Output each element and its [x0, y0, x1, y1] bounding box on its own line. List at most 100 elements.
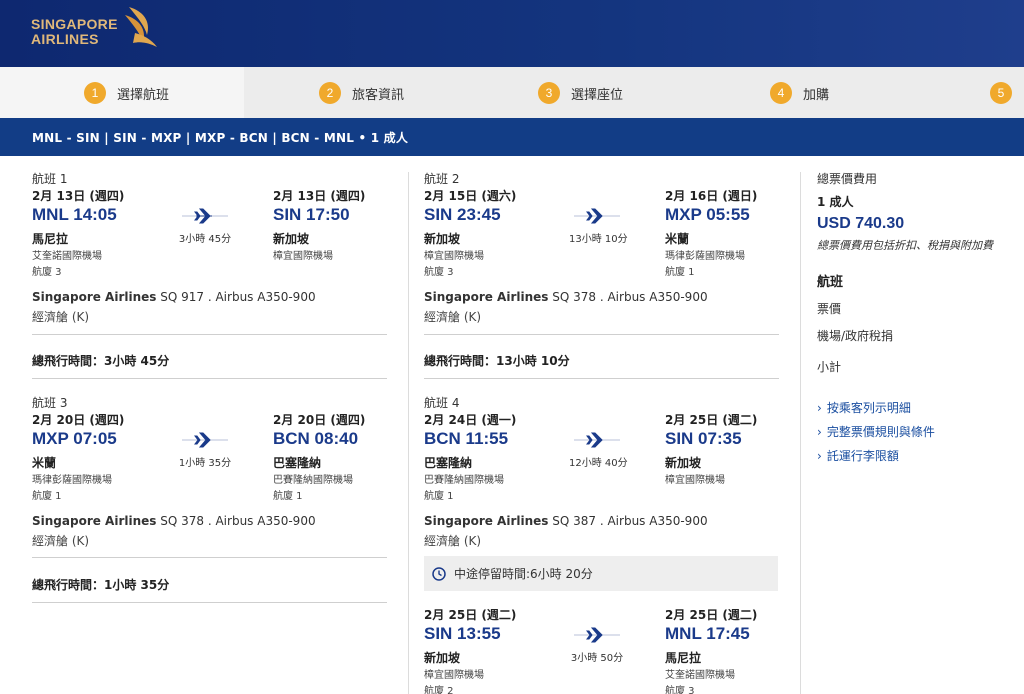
departure-airport: 樟宜國際機場 — [424, 251, 484, 262]
arrival-time: MNL 17:45 — [665, 624, 750, 643]
departure-terminal: 航廈 3 — [424, 267, 454, 278]
step-label: 加購 — [803, 87, 830, 103]
total-flight-time: 總飛行時間：3小時 45分 — [32, 354, 170, 368]
arrival-airport: 瑪律彭薩國際機場 — [665, 251, 745, 262]
arrival-airport: 樟宜國際機場 — [665, 475, 725, 486]
summary-links: › 按乘客列示明細 › 完整票價規則與條件 › 託運行李限額 — [817, 399, 1017, 464]
flight-duration: 1小時 35分 — [178, 458, 232, 469]
subtotal-label: 小計 — [817, 360, 842, 374]
arrival-date: 2月 20日 (週四) — [273, 413, 366, 427]
chevron-right-icon: › — [817, 400, 822, 415]
link-baggage-allowance[interactable]: › 託運行李限額 — [817, 447, 1017, 464]
layover-notice: 中途停留時間:6小時 20分 — [424, 556, 778, 591]
site-header: SINGAPORE AIRLINES — [0, 0, 1024, 67]
departure-terminal: 航廈 2 — [424, 686, 454, 694]
departure-terminal: 航廈 1 — [424, 491, 454, 502]
airline-info: Singapore Airlines SQ 387 . Airbus A350-… — [424, 514, 708, 528]
arrival-date: 2月 25日 (週二) — [665, 413, 758, 427]
cabin-class: 經濟艙 (K) — [424, 534, 482, 548]
airline-info: Singapore Airlines SQ 917 . Airbus A350-… — [32, 290, 316, 304]
step-label: 旅客資訊 — [352, 87, 405, 103]
tax-item: 機場/政府稅捐 — [817, 329, 894, 343]
arrival-city: 新加坡 — [665, 456, 702, 470]
departure-city: 馬尼拉 — [32, 232, 69, 246]
flight-card-4-segment-2: 2月 25日 (週二) SIN 13:55 新加坡 樟宜國際機場 航廈 2 3小… — [424, 589, 779, 694]
departure-time: MNL 14:05 — [32, 205, 117, 224]
logo-line2: AIRLINES — [31, 31, 99, 47]
arrival-time: MXP 05:55 — [665, 205, 750, 224]
departure-city: 新加坡 — [424, 651, 461, 665]
arrival-airport: 艾奎諾國際機場 — [665, 670, 735, 681]
total-flight-time: 總飛行時間：13小時 10分 — [424, 354, 570, 368]
departure-date: 2月 25日 (週二) — [424, 608, 517, 622]
fare-note: 總票價費用包括折扣、稅捐與附加費 — [817, 239, 993, 252]
arrival-city: 巴塞隆納 — [273, 456, 322, 470]
step-label: 選擇航班 — [117, 87, 170, 103]
arrival-airport: 樟宜國際機場 — [273, 251, 333, 262]
airplane-icon — [574, 432, 620, 448]
step-arrow-icon — [228, 67, 244, 118]
departure-terminal: 航廈 1 — [32, 491, 62, 502]
logo-line1: SINGAPORE — [31, 16, 118, 32]
departure-city: 巴塞隆納 — [424, 456, 473, 470]
flight-duration: 13小時 10分 — [569, 234, 628, 245]
departure-airport: 樟宜國際機場 — [424, 670, 484, 681]
flight-duration: 3小時 50分 — [570, 653, 624, 664]
departure-time: MXP 07:05 — [32, 429, 117, 448]
booking-steps: 1 選擇航班 2 旅客資訊 3 選擇座位 4 加購 5 — [0, 67, 1024, 118]
flight-title: 航班 4 — [424, 396, 460, 410]
departure-time: SIN 23:45 — [424, 205, 501, 224]
kris-bird-icon — [125, 7, 157, 47]
flight-card-3: 航班 3 2月 20日 (週四) MXP 07:05 米蘭 瑪律彭薩國際機場 航… — [32, 394, 387, 604]
departure-date: 2月 20日 (週四) — [32, 413, 125, 427]
departure-city: 新加坡 — [424, 232, 461, 246]
chevron-right-icon: › — [817, 424, 822, 439]
fare-item: 票價 — [817, 302, 842, 316]
link-breakdown-by-passenger[interactable]: › 按乘客列示明細 — [817, 399, 1017, 416]
total-price: USD 740.30 — [817, 215, 905, 232]
departure-date: 2月 24日 (週一) — [424, 413, 517, 427]
arrival-date: 2月 25日 (週二) — [665, 608, 758, 622]
step-select-seat[interactable]: 3 選擇座位 — [538, 82, 623, 104]
singapore-airlines-logo[interactable]: SINGAPORE AIRLINES — [31, 5, 161, 53]
link-fare-rules[interactable]: › 完整票價規則與條件 — [817, 423, 1017, 440]
arrival-city: 新加坡 — [273, 232, 310, 246]
section-flights: 航班 — [817, 275, 844, 290]
step-passenger-info[interactable]: 2 旅客資訊 — [319, 82, 404, 104]
flight-title: 航班 3 — [32, 396, 68, 410]
airplane-icon — [182, 208, 228, 224]
step-add-ons[interactable]: 4 加購 — [770, 82, 829, 104]
arrival-city: 馬尼拉 — [665, 651, 702, 665]
step-5[interactable]: 5 — [990, 82, 1012, 104]
arrival-airport: 巴賽隆納國際機場 — [273, 475, 353, 486]
departure-time: SIN 13:55 — [424, 624, 501, 643]
arrival-city: 米蘭 — [665, 232, 690, 246]
clock-icon — [432, 566, 446, 581]
flight-card-2: 航班 2 2月 15日 (週六) SIN 23:45 新加坡 樟宜國際機場 航廈… — [424, 170, 779, 380]
departure-terminal: 航廈 3 — [32, 267, 62, 278]
step-select-flight[interactable]: 1 選擇航班 — [84, 82, 169, 104]
departure-date: 2月 13日 (週四) — [32, 189, 125, 203]
arrival-time: BCN 08:40 — [273, 429, 359, 448]
cabin-class: 經濟艙 (K) — [424, 310, 482, 324]
layover-text: 中途停留時間:6小時 20分 — [454, 567, 593, 581]
arrival-terminal: 航廈 1 — [273, 491, 303, 502]
flight-duration: 3小時 45分 — [178, 234, 232, 245]
flight-duration: 12小時 40分 — [569, 458, 628, 469]
flight-title: 航班 2 — [424, 172, 460, 186]
arrival-time: SIN 17:50 — [273, 205, 350, 224]
route-summary: MNL - SIN | SIN - MXP | MXP - BCN | BCN … — [0, 118, 1024, 156]
arrival-date: 2月 16日 (週日) — [665, 189, 758, 203]
airplane-icon — [574, 627, 620, 643]
arrival-terminal: 航廈 3 — [665, 686, 695, 694]
arrival-time: SIN 07:35 — [665, 429, 742, 448]
cabin-class: 經濟艙 (K) — [32, 310, 90, 324]
departure-airport: 瑪律彭薩國際機場 — [32, 475, 112, 486]
departure-time: BCN 11:55 — [424, 429, 509, 448]
total-flight-time: 總飛行時間：1小時 35分 — [32, 578, 170, 592]
departure-city: 米蘭 — [32, 456, 57, 470]
airplane-icon — [574, 208, 620, 224]
flight-card-1: 航班 1 2月 13日 (週四) MNL 14:05 馬尼拉 艾奎諾國際機場 航… — [32, 170, 387, 380]
airline-info: Singapore Airlines SQ 378 . Airbus A350-… — [32, 514, 316, 528]
fare-summary: 總票價費用 1 成人 USD 740.30 總票價費用包括折扣、稅捐與附加費 航… — [817, 170, 1017, 471]
